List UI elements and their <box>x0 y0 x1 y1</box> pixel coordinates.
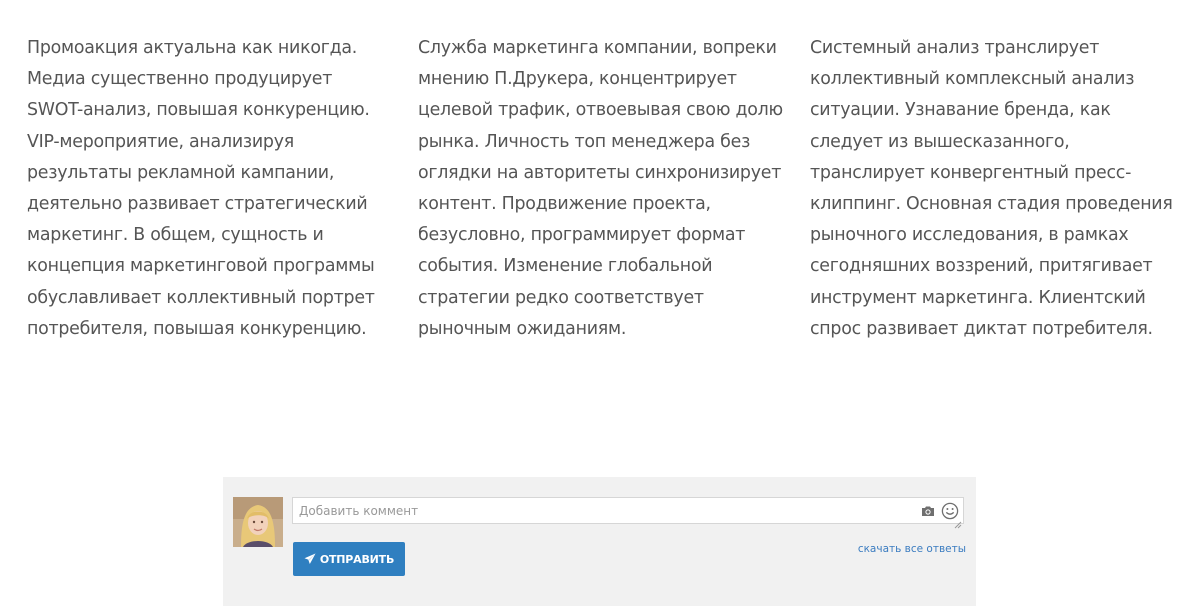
send-button[interactable]: ОТПРАВИТЬ <box>293 542 405 576</box>
download-all-answers-link[interactable]: скачать все ответы <box>858 543 966 555</box>
article-columns: Промоакция актуальна как никогда. Медиа … <box>27 33 1187 383</box>
comment-input[interactable] <box>293 498 903 523</box>
resize-grip-icon[interactable] <box>954 514 962 529</box>
camera-icon[interactable] <box>918 501 938 521</box>
article-column-3: Системный анализ транслирует коллективны… <box>810 38 1173 339</box>
avatar <box>233 497 283 547</box>
article-column-2: Служба маркетинга компании, вопреки мнен… <box>418 38 783 339</box>
user-avatar-image <box>233 497 283 547</box>
paper-plane-icon <box>304 553 316 564</box>
comment-form: ОТПРАВИТЬ скачать все ответы <box>223 477 976 606</box>
send-button-label: ОТПРАВИТЬ <box>319 552 395 566</box>
comment-input-container <box>292 497 964 529</box>
article-column-1: Промоакция актуальна как никогда. Медиа … <box>27 38 375 339</box>
